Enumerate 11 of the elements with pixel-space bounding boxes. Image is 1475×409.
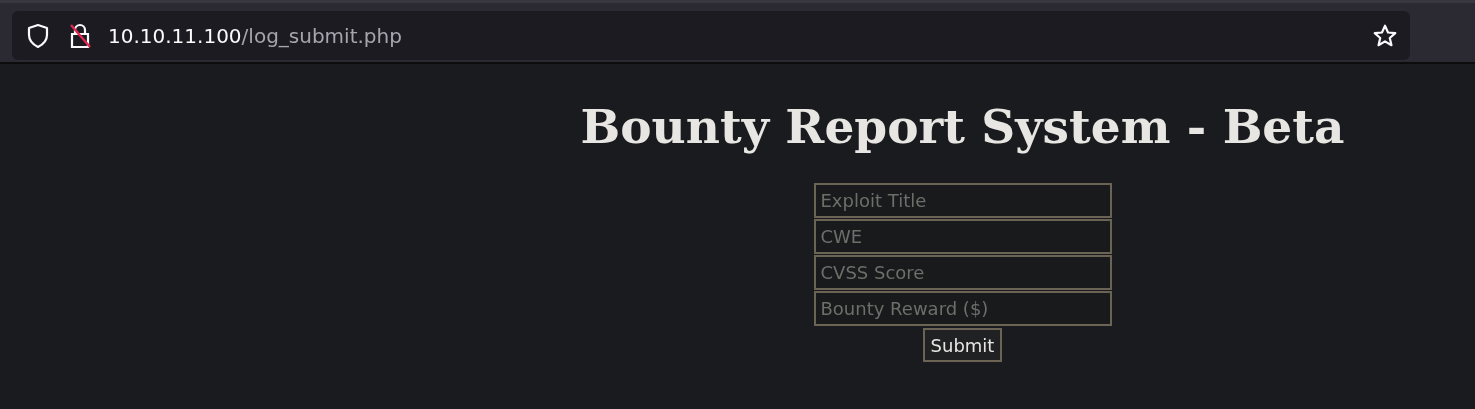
- insecure-lock-icon[interactable]: [68, 22, 92, 49]
- shield-icon[interactable]: [26, 22, 50, 49]
- input-field[interactable]: Bounty Reward ($): [813, 291, 1112, 326]
- page-title: Bounty Report System - Beta: [580, 98, 1345, 156]
- input-field[interactable]: CVSS Score: [813, 255, 1112, 290]
- url-host: 10.10.11.100: [108, 23, 242, 48]
- submit-button[interactable]: Submit: [922, 328, 1003, 362]
- input-field[interactable]: CWE: [813, 219, 1112, 254]
- url-path: /log_submit.php: [241, 23, 402, 48]
- star-icon[interactable]: [1372, 22, 1398, 49]
- input-field[interactable]: Exploit Title: [813, 183, 1112, 218]
